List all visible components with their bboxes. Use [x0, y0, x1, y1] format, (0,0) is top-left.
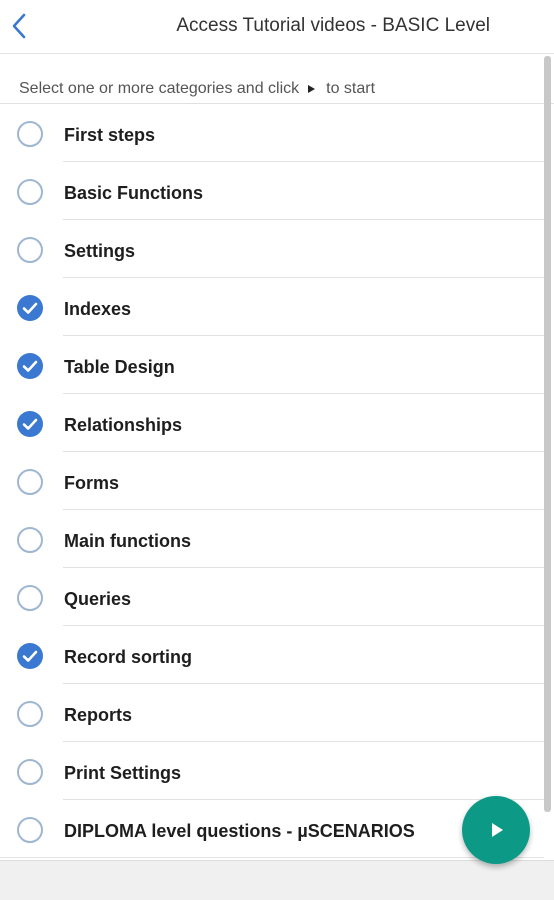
checkbox-unchecked[interactable] — [17, 817, 43, 843]
instruction-after: to start — [326, 80, 376, 97]
checkbox-unchecked[interactable] — [17, 237, 43, 263]
app-window: Access Tutorial videos - BASIC Level Sel… — [0, 0, 554, 900]
category-label: Reports — [64, 705, 133, 725]
instruction-text: Select one or more categories and click … — [19, 80, 375, 98]
category-item[interactable]: Settings — [0, 220, 544, 278]
category-label: Table Design — [64, 357, 175, 377]
category-list: First steps Basic Functions Settings Indexe… — [0, 104, 544, 858]
checkbox-unchecked[interactable] — [17, 527, 43, 553]
category-item[interactable]: Reports — [0, 684, 544, 742]
checkbox-unchecked[interactable] — [17, 585, 43, 611]
category-item[interactable]: Table Design — [0, 336, 544, 394]
checkmark-icon — [22, 418, 38, 430]
category-label: Main functions — [64, 531, 191, 551]
checkbox-checked[interactable] — [17, 643, 43, 669]
category-item[interactable]: Queries — [0, 568, 544, 626]
scrollbar[interactable] — [544, 56, 551, 812]
checkmark-icon — [22, 360, 38, 372]
category-item[interactable]: Record sorting — [0, 626, 544, 684]
checkbox-unchecked[interactable] — [17, 759, 43, 785]
category-label: First steps — [64, 125, 156, 145]
header-bar: Access Tutorial videos - BASIC Level — [0, 0, 554, 54]
play-icon — [308, 85, 316, 93]
category-label: Settings — [64, 241, 136, 261]
instruction-bar: Select one or more categories and click … — [0, 54, 554, 104]
checkbox-checked[interactable] — [17, 353, 43, 379]
category-item[interactable]: Basic Functions — [0, 162, 544, 220]
category-label: Print Settings — [64, 763, 182, 783]
page-title: Access Tutorial videos - BASIC Level — [176, 15, 490, 36]
checkbox-checked[interactable] — [17, 295, 43, 321]
category-item[interactable]: Print Settings — [0, 742, 544, 800]
bottom-bar — [0, 860, 554, 900]
chevron-left-icon — [12, 13, 26, 39]
checkmark-icon — [22, 650, 38, 662]
category-label: Basic Functions — [64, 183, 204, 203]
checkbox-unchecked[interactable] — [17, 179, 43, 205]
category-item[interactable]: Indexes — [0, 278, 544, 336]
category-item[interactable]: Forms — [0, 452, 544, 510]
category-label: DIPLOMA level questions - µSCENARIOS — [64, 821, 415, 841]
row-divider — [0, 857, 544, 858]
category-label: Relationships — [64, 415, 183, 435]
category-label: Indexes — [64, 299, 132, 319]
category-label: Forms — [64, 473, 120, 493]
category-item[interactable]: Main functions — [0, 510, 544, 568]
back-button[interactable] — [6, 10, 32, 42]
start-button[interactable] — [462, 796, 530, 864]
checkbox-unchecked[interactable] — [17, 469, 43, 495]
play-icon — [492, 823, 503, 837]
checkmark-icon — [22, 302, 38, 314]
category-label: Record sorting — [64, 647, 193, 667]
category-label: Queries — [64, 589, 132, 609]
checkbox-unchecked[interactable] — [17, 121, 43, 147]
checkbox-unchecked[interactable] — [17, 701, 43, 727]
category-item[interactable]: First steps — [0, 104, 544, 162]
instruction-before: Select one or more categories and click — [19, 80, 300, 97]
category-item[interactable]: Relationships — [0, 394, 544, 452]
checkbox-checked[interactable] — [17, 411, 43, 437]
